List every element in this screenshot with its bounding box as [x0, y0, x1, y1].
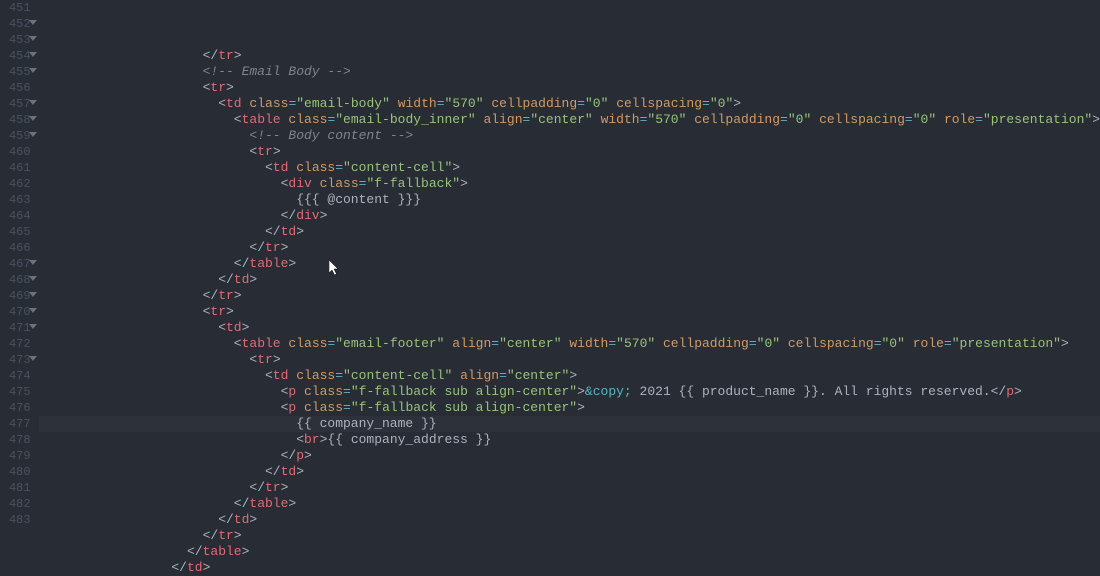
code-line[interactable]: <tr>	[39, 304, 1100, 320]
code-line[interactable]: </td>	[39, 272, 1100, 288]
code-line[interactable]: {{{ @content }}}	[39, 192, 1100, 208]
fold-marker-icon[interactable]	[29, 132, 37, 137]
line-number[interactable]: 472	[4, 336, 31, 352]
line-number[interactable]: 469	[4, 288, 31, 304]
code-line[interactable]: <td class="email-body" width="570" cellp…	[39, 96, 1100, 112]
line-number[interactable]: 463	[4, 192, 31, 208]
line-number[interactable]: 459	[4, 128, 31, 144]
code-editor[interactable]: 4514524534544554564574584594604614624634…	[0, 0, 1100, 532]
line-number[interactable]: 479	[4, 448, 31, 464]
line-number[interactable]: 461	[4, 160, 31, 176]
code-line[interactable]: <tr>	[39, 80, 1100, 96]
fold-marker-icon[interactable]	[29, 356, 37, 361]
fold-marker-icon[interactable]	[29, 276, 37, 281]
code-line[interactable]: </td>	[39, 464, 1100, 480]
line-number[interactable]: 458	[4, 112, 31, 128]
code-line[interactable]: </tr>	[39, 288, 1100, 304]
line-number[interactable]: 476	[4, 400, 31, 416]
fold-marker-icon[interactable]	[29, 308, 37, 313]
code-line[interactable]: </td>	[39, 224, 1100, 240]
fold-marker-icon[interactable]	[29, 100, 37, 105]
line-number[interactable]: 481	[4, 480, 31, 496]
line-number[interactable]: 467	[4, 256, 31, 272]
code-line[interactable]: <!-- Body content -->	[39, 128, 1100, 144]
line-number[interactable]: 455	[4, 64, 31, 80]
line-number[interactable]: 465	[4, 224, 31, 240]
code-line[interactable]: </div>	[39, 208, 1100, 224]
line-number[interactable]: 475	[4, 384, 31, 400]
line-number[interactable]: 477	[4, 416, 31, 432]
line-number[interactable]: 451	[4, 0, 31, 16]
code-line[interactable]: </table>	[39, 496, 1100, 512]
code-line[interactable]: <table class="email-footer" align="cente…	[39, 336, 1100, 352]
code-line[interactable]: <tr>	[39, 352, 1100, 368]
code-line[interactable]: <div class="f-fallback">	[39, 176, 1100, 192]
line-number[interactable]: 464	[4, 208, 31, 224]
code-line[interactable]: <td>	[39, 320, 1100, 336]
fold-marker-icon[interactable]	[29, 20, 37, 25]
fold-marker-icon[interactable]	[29, 324, 37, 329]
line-number[interactable]: 473	[4, 352, 31, 368]
line-number[interactable]: 457	[4, 96, 31, 112]
code-line[interactable]: <td class="content-cell">	[39, 160, 1100, 176]
code-line[interactable]: </tr>	[39, 528, 1100, 544]
line-number[interactable]: 460	[4, 144, 31, 160]
code-line[interactable]: </tr>	[39, 48, 1100, 64]
code-line[interactable]: <table class="email-body_inner" align="c…	[39, 112, 1100, 128]
code-line[interactable]: </td>	[39, 512, 1100, 528]
line-number[interactable]: 462	[4, 176, 31, 192]
line-number[interactable]: 470	[4, 304, 31, 320]
code-line[interactable]: <p class="f-fallback sub align-center">&…	[39, 384, 1100, 400]
line-number[interactable]: 452	[4, 16, 31, 32]
code-line[interactable]: {{ company_name }}	[39, 416, 1100, 432]
line-number[interactable]: 468	[4, 272, 31, 288]
code-line[interactable]: </td>	[39, 560, 1100, 576]
code-area[interactable]: </tr> <!-- Email Body --> <tr> <td class…	[39, 0, 1100, 532]
code-line[interactable]: <tr>	[39, 144, 1100, 160]
code-line[interactable]: </tr>	[39, 240, 1100, 256]
fold-marker-icon[interactable]	[29, 36, 37, 41]
line-number[interactable]: 482	[4, 496, 31, 512]
line-gutter[interactable]: 4514524534544554564574584594604614624634…	[0, 0, 39, 532]
fold-marker-icon[interactable]	[29, 116, 37, 121]
line-number[interactable]: 478	[4, 432, 31, 448]
code-line[interactable]: <td class="content-cell" align="center">	[39, 368, 1100, 384]
line-number[interactable]: 453	[4, 32, 31, 48]
line-number[interactable]: 471	[4, 320, 31, 336]
code-line[interactable]: </p>	[39, 448, 1100, 464]
line-number[interactable]: 454	[4, 48, 31, 64]
fold-marker-icon[interactable]	[29, 52, 37, 57]
code-line[interactable]: <p class="f-fallback sub align-center">	[39, 400, 1100, 416]
line-number[interactable]: 483	[4, 512, 31, 528]
line-number[interactable]: 474	[4, 368, 31, 384]
line-number[interactable]: 466	[4, 240, 31, 256]
line-number[interactable]: 480	[4, 464, 31, 480]
code-line[interactable]: </table>	[39, 544, 1100, 560]
code-line[interactable]: <!-- Email Body -->	[39, 64, 1100, 80]
line-number[interactable]: 456	[4, 80, 31, 96]
code-line[interactable]: <br>{{ company_address }}	[39, 432, 1100, 448]
fold-marker-icon[interactable]	[29, 68, 37, 73]
code-line[interactable]: </tr>	[39, 480, 1100, 496]
code-line[interactable]: </table>	[39, 256, 1100, 272]
fold-marker-icon[interactable]	[29, 292, 37, 297]
fold-marker-icon[interactable]	[29, 260, 37, 265]
